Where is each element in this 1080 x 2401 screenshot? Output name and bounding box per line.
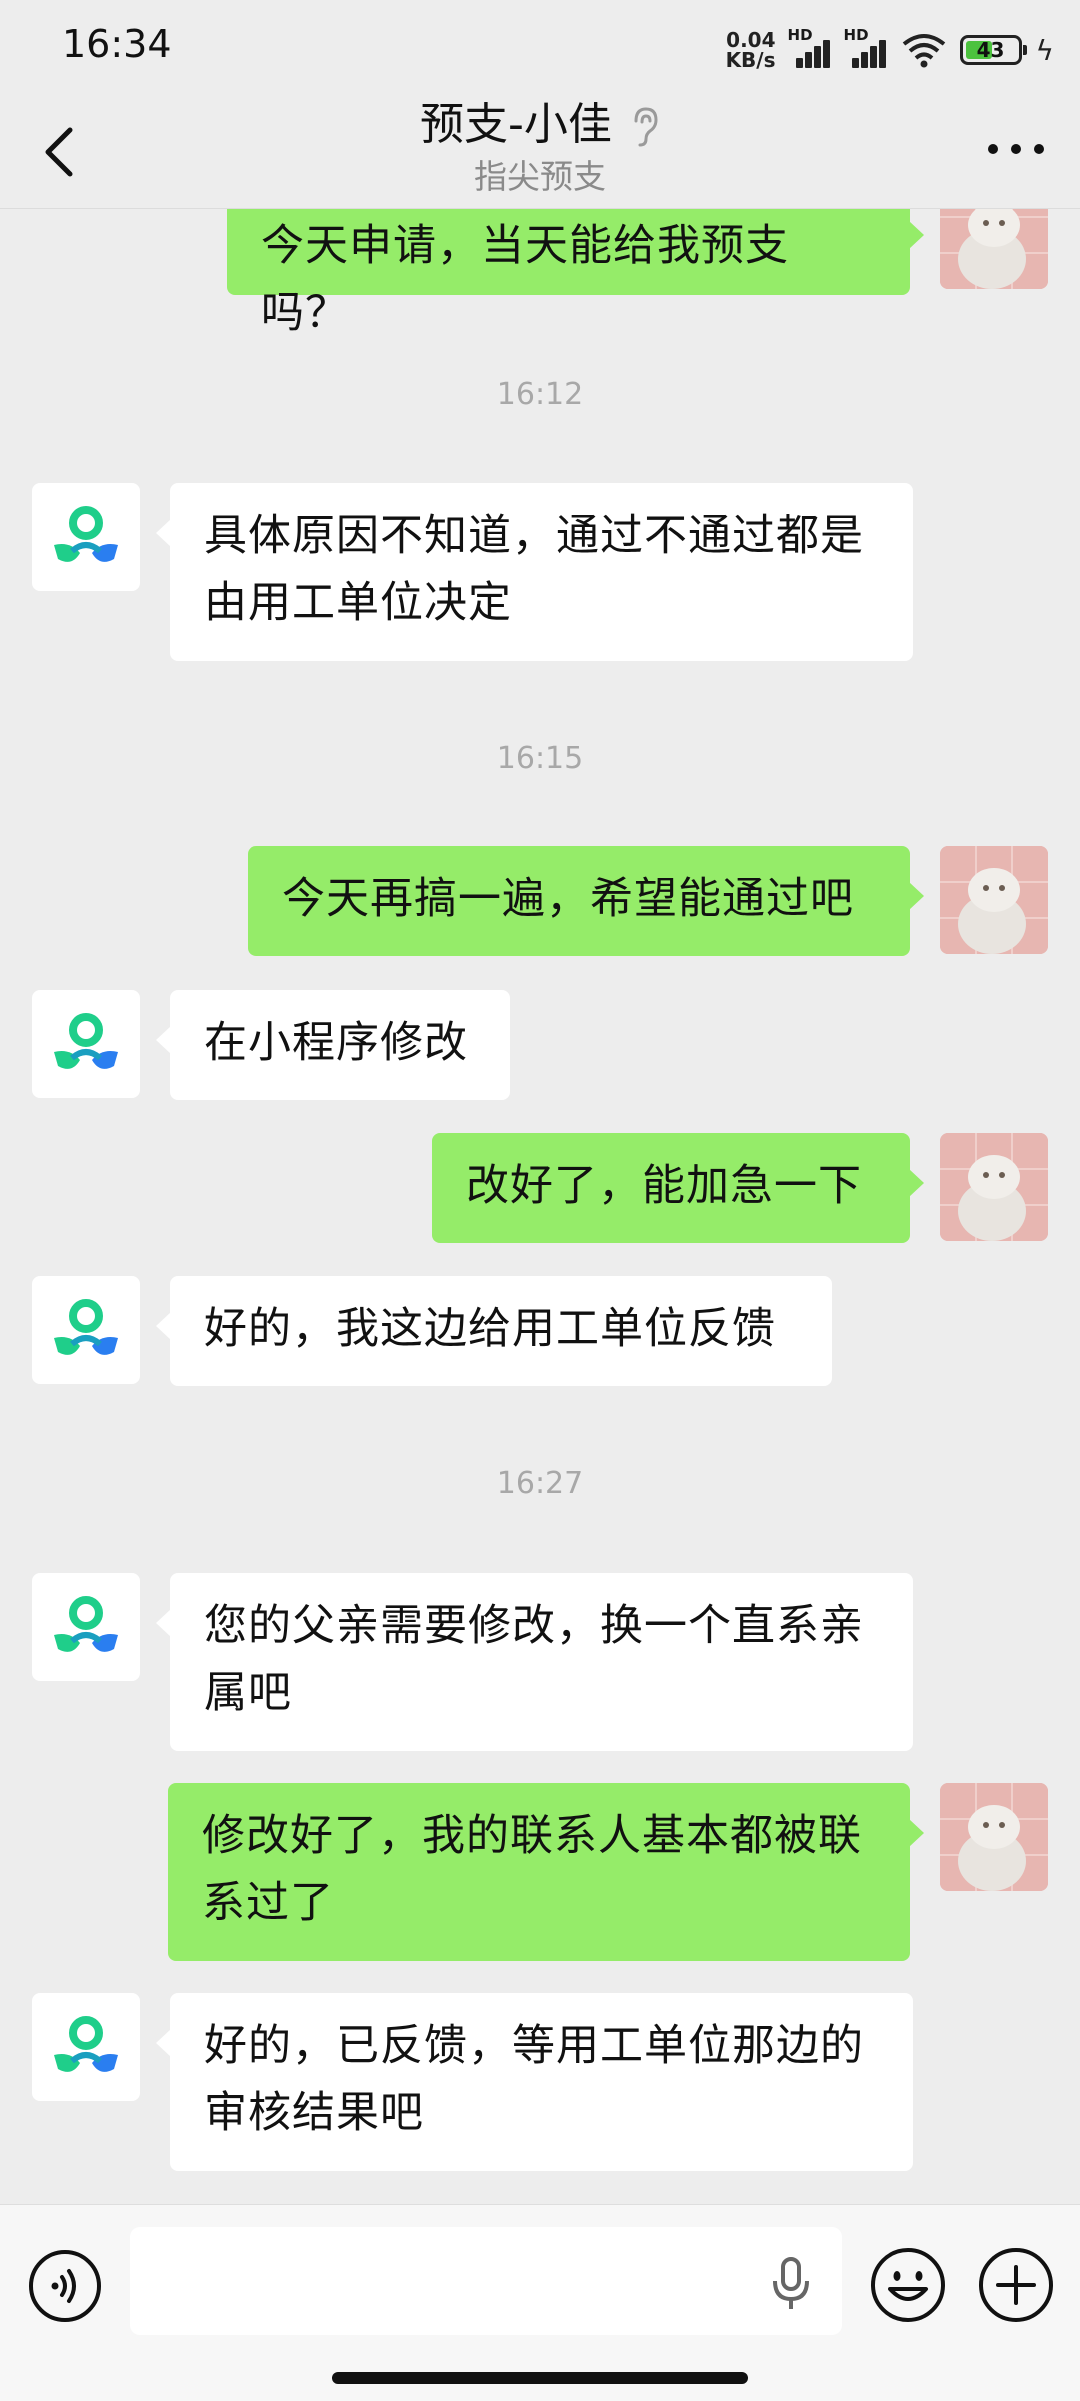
home-indicator[interactable] xyxy=(332,2372,748,2384)
signal-icon: HD xyxy=(788,26,836,70)
bot-logo-icon xyxy=(54,1596,118,1652)
message-text: 在小程序修改 xyxy=(204,1018,468,1068)
network-speed: 0.04 KB/s xyxy=(726,30,776,70)
status-bar: 16:34 0.04 KB/s HD HD 43 ϟ xyxy=(0,0,1080,96)
chat-subtitle: 指尖预支 xyxy=(474,157,606,196)
user-avatar[interactable] xyxy=(940,1133,1048,1241)
message-bubble-outgoing[interactable]: 改好了，能加急一下 xyxy=(432,1133,924,1243)
emoji-icon[interactable] xyxy=(870,2247,946,2323)
message-bubble-outgoing[interactable]: 修改好了，我的联系人基本都被联系过了 xyxy=(168,1783,924,1961)
network-speed-unit: KB/s xyxy=(725,48,776,72)
chat-header: 预支-小佳 指尖预支 xyxy=(0,96,1080,209)
earpiece-mode-icon xyxy=(634,107,658,147)
chat-title-text: 预支-小佳 xyxy=(420,99,612,150)
message-text: 好的，我这边给用工单位反馈 xyxy=(204,1304,776,1354)
message-bubble-outgoing[interactable]: 今天再搞一遍，希望能通过吧 xyxy=(248,846,924,956)
message-text: 改好了，能加急一下 xyxy=(466,1161,862,1211)
signal-hd-label: HD xyxy=(787,26,813,44)
battery-icon: 43 xyxy=(959,35,1027,65)
message-text: 今天再搞一遍，希望能通过吧 xyxy=(282,874,854,924)
bot-avatar[interactable] xyxy=(32,483,140,591)
user-avatar[interactable] xyxy=(940,209,1048,289)
signal-icon: HD xyxy=(844,26,892,70)
voice-icon[interactable] xyxy=(28,2249,102,2323)
status-time: 16:34 xyxy=(62,22,172,66)
plus-icon[interactable] xyxy=(978,2247,1054,2323)
user-avatar[interactable] xyxy=(940,846,1048,954)
message-bubble-outgoing[interactable]: 今天申请，当天能给我预支吗？ xyxy=(227,209,924,338)
battery-level: 43 xyxy=(976,38,1005,62)
bot-avatar[interactable] xyxy=(32,1993,140,2101)
bot-avatar[interactable] xyxy=(32,990,140,1098)
more-icon[interactable] xyxy=(988,140,1044,160)
message-bubble-incoming[interactable]: 具体原因不知道，通过不通过都是由用工单位决定 xyxy=(156,483,913,661)
bot-logo-icon xyxy=(54,2016,118,2072)
message-text: 具体原因不知道，通过不通过都是由用工单位决定 xyxy=(204,511,864,628)
bot-logo-icon xyxy=(54,1013,118,1069)
message-input[interactable] xyxy=(130,2227,842,2335)
message-timestamp: 16:15 xyxy=(496,741,584,776)
message-timestamp: 16:27 xyxy=(496,1466,584,1501)
message-timestamp: 16:12 xyxy=(496,377,584,412)
microphone-icon[interactable] xyxy=(768,2255,814,2311)
message-bubble-incoming[interactable]: 您的父亲需要修改，换一个直系亲属吧 xyxy=(156,1573,913,1751)
bot-logo-icon xyxy=(54,506,118,562)
message-text: 您的父亲需要修改，换一个直系亲属吧 xyxy=(204,1601,864,1718)
status-icons: 0.04 KB/s HD HD 43 ϟ xyxy=(726,26,1054,72)
wifi-icon xyxy=(902,34,945,68)
message-list[interactable]: 今天申请，当天能给我预支吗？ 16:12 具体原因不知道，通过不通过都是由用工单… xyxy=(0,209,1080,2204)
bot-avatar[interactable] xyxy=(32,1276,140,1384)
network-speed-value: 0.04 xyxy=(726,28,776,52)
message-text: 今天申请，当天能给我预支吗？ xyxy=(261,221,789,338)
message-bubble-incoming[interactable]: 好的，我这边给用工单位反馈 xyxy=(156,1276,832,1386)
message-bubble-incoming[interactable]: 在小程序修改 xyxy=(156,990,510,1100)
chat-title: 预支-小佳 xyxy=(0,88,1080,152)
bot-logo-icon xyxy=(54,1299,118,1355)
message-text: 好的，已反馈，等用工单位那边的审核结果吧 xyxy=(204,2021,864,2138)
user-avatar[interactable] xyxy=(940,1783,1048,1891)
bot-avatar[interactable] xyxy=(32,1573,140,1681)
charging-icon: ϟ xyxy=(1035,33,1054,67)
signal-hd-label: HD xyxy=(843,26,869,44)
message-bubble-incoming[interactable]: 好的，已反馈，等用工单位那边的审核结果吧 xyxy=(156,1993,913,2171)
message-text: 修改好了，我的联系人基本都被联系过了 xyxy=(202,1811,862,1928)
